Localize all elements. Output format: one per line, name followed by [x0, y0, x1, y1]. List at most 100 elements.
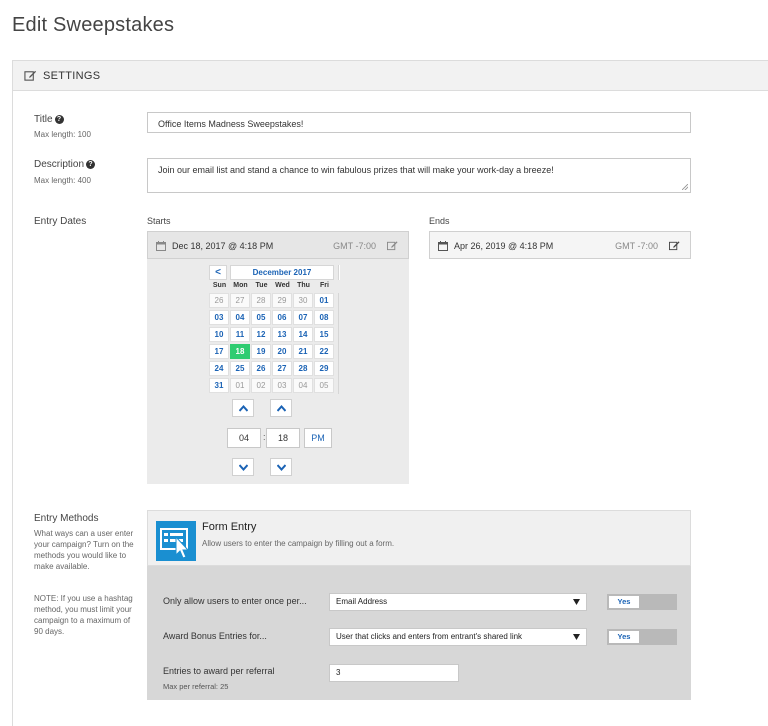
weekday-label: Tue — [255, 282, 268, 289]
ends-label: Ends — [429, 216, 450, 226]
settings-panel: SETTINGS Title? Max length: 100 Office I… — [12, 60, 768, 726]
form-entry-header: Form Entry Allow users to enter the camp… — [147, 510, 691, 566]
start-timezone: GMT -7:00 — [333, 241, 376, 251]
calendar-day[interactable]: 30 — [293, 293, 313, 308]
hour-input[interactable]: 04 — [227, 428, 261, 448]
weekday-label: Thu — [297, 282, 310, 289]
end-timezone: GMT -7:00 — [615, 241, 658, 251]
calendar-icon — [438, 241, 448, 251]
calendar-day[interactable]: 28 — [251, 293, 271, 308]
edit-icon — [24, 70, 37, 81]
calendar-day[interactable]: 04 — [230, 310, 250, 325]
weekday-label: Wed — [275, 282, 290, 289]
help-icon[interactable]: ? — [54, 115, 64, 124]
description-textarea[interactable]: Join our email list and stand a chance t… — [147, 158, 691, 193]
calendar-edge — [338, 293, 339, 394]
form-entry-title: Form Entry — [202, 521, 257, 533]
entry-methods-hint: What ways can a user enter your campaign… — [34, 529, 134, 571]
calendar-day[interactable]: 26 — [209, 293, 229, 308]
calendar-day[interactable]: 28 — [293, 361, 313, 376]
chevron-up-icon — [239, 405, 248, 412]
calendar-day[interactable]: 29 — [314, 361, 334, 376]
calendar-day[interactable]: 02 — [251, 378, 271, 393]
prev-month-button[interactable]: < — [209, 265, 227, 280]
calendar-day[interactable]: 01 — [314, 293, 334, 308]
enter-once-toggle[interactable]: Yes — [607, 594, 677, 610]
weekday-label: Fri — [320, 282, 329, 289]
calendar-day[interactable]: 24 — [209, 361, 229, 376]
title-label: Title? — [34, 114, 64, 125]
page-title: Edit Sweepstakes — [12, 14, 175, 36]
next-month-button[interactable] — [338, 265, 340, 280]
description-hint: Max length: 400 — [34, 176, 91, 185]
calendar-day[interactable]: 27 — [230, 293, 250, 308]
hour-down-button[interactable] — [232, 458, 254, 476]
calendar-day[interactable]: 21 — [293, 344, 313, 359]
calendar-day[interactable]: 10 — [209, 327, 229, 342]
caret-down-icon — [573, 634, 580, 640]
calendar-day[interactable]: 05 — [251, 310, 271, 325]
end-date-field[interactable]: Apr 26, 2019 @ 4:18 PM GMT -7:00 — [429, 231, 691, 259]
bonus-entries-select[interactable]: User that clicks and enters from entrant… — [329, 628, 587, 646]
minute-down-button[interactable] — [270, 458, 292, 476]
minute-up-button[interactable] — [270, 399, 292, 417]
form-entry-icon — [156, 521, 196, 561]
calendar-day[interactable]: 22 — [314, 344, 334, 359]
calendar-day[interactable]: 13 — [272, 327, 292, 342]
title-input[interactable]: Office Items Madness Sweepstakes! — [147, 112, 691, 133]
help-icon[interactable]: ? — [86, 160, 96, 169]
calendar-day[interactable]: 29 — [272, 293, 292, 308]
edit-icon[interactable] — [669, 240, 680, 251]
calendar-day[interactable]: 11 — [230, 327, 250, 342]
calendar-day[interactable]: 01 — [230, 378, 250, 393]
bonus-entries-toggle[interactable]: Yes — [607, 629, 677, 645]
hour-up-button[interactable] — [232, 399, 254, 417]
calendar-day[interactable]: 20 — [272, 344, 292, 359]
entry-methods-label: Entry Methods — [34, 513, 99, 524]
calendar-day[interactable]: 12 — [251, 327, 271, 342]
calendar-day[interactable]: 14 — [293, 327, 313, 342]
calendar-day-selected[interactable]: 18 — [230, 344, 250, 359]
enter-once-toggle-label: Yes — [609, 596, 639, 608]
calendar-day[interactable]: 19 — [251, 344, 271, 359]
settings-header-label: SETTINGS — [43, 70, 101, 82]
bonus-entries-label: Award Bonus Entries for... — [163, 631, 267, 641]
edit-icon[interactable] — [387, 240, 398, 251]
enter-once-label: Only allow users to enter once per... — [163, 596, 307, 606]
entry-dates-label: Entry Dates — [34, 216, 87, 227]
calendar-day[interactable]: 25 — [230, 361, 250, 376]
form-entry-description: Allow users to enter the campaign by fil… — [202, 539, 395, 548]
calendar-day[interactable]: 04 — [293, 378, 313, 393]
referral-entries-input[interactable]: 3 — [329, 664, 459, 682]
description-label: Description? — [34, 159, 96, 170]
calendar-day[interactable]: 07 — [293, 310, 313, 325]
referral-hint: Max per referral: 25 — [163, 682, 229, 691]
calendar-day[interactable]: 31 — [209, 378, 229, 393]
am-pm-toggle[interactable]: PM — [304, 428, 332, 448]
calendar-day[interactable]: 15 — [314, 327, 334, 342]
bonus-entries-value: User that clicks and enters from entrant… — [336, 632, 523, 641]
start-date-field[interactable]: Dec 18, 2017 @ 4:18 PM GMT -7:00 — [147, 231, 409, 259]
calendar-day[interactable]: 17 — [209, 344, 229, 359]
enter-once-value: Email Address — [336, 597, 388, 606]
calendar-day[interactable]: 26 — [251, 361, 271, 376]
bonus-entries-toggle-label: Yes — [609, 631, 639, 643]
enter-once-select[interactable]: Email Address — [329, 593, 587, 611]
calendar-day[interactable]: 03 — [272, 378, 292, 393]
month-label[interactable]: December 2017 — [230, 265, 334, 280]
form-entry-settings: Only allow users to enter once per... Em… — [147, 566, 691, 700]
start-date-value: Dec 18, 2017 @ 4:18 PM — [172, 241, 274, 251]
calendar-icon — [156, 241, 166, 251]
weekday-label: Mon — [233, 282, 248, 289]
title-hint: Max length: 100 — [34, 130, 91, 139]
calendar-day[interactable]: 27 — [272, 361, 292, 376]
calendar-day[interactable]: 06 — [272, 310, 292, 325]
starts-label: Starts — [147, 216, 171, 226]
resize-handle-icon[interactable] — [682, 184, 688, 190]
calendar-day[interactable]: 08 — [314, 310, 334, 325]
chevron-up-icon — [277, 405, 286, 412]
chevron-down-icon — [239, 464, 248, 471]
calendar-day[interactable]: 03 — [209, 310, 229, 325]
calendar-day[interactable]: 05 — [314, 378, 334, 393]
minute-input[interactable]: 18 — [266, 428, 300, 448]
